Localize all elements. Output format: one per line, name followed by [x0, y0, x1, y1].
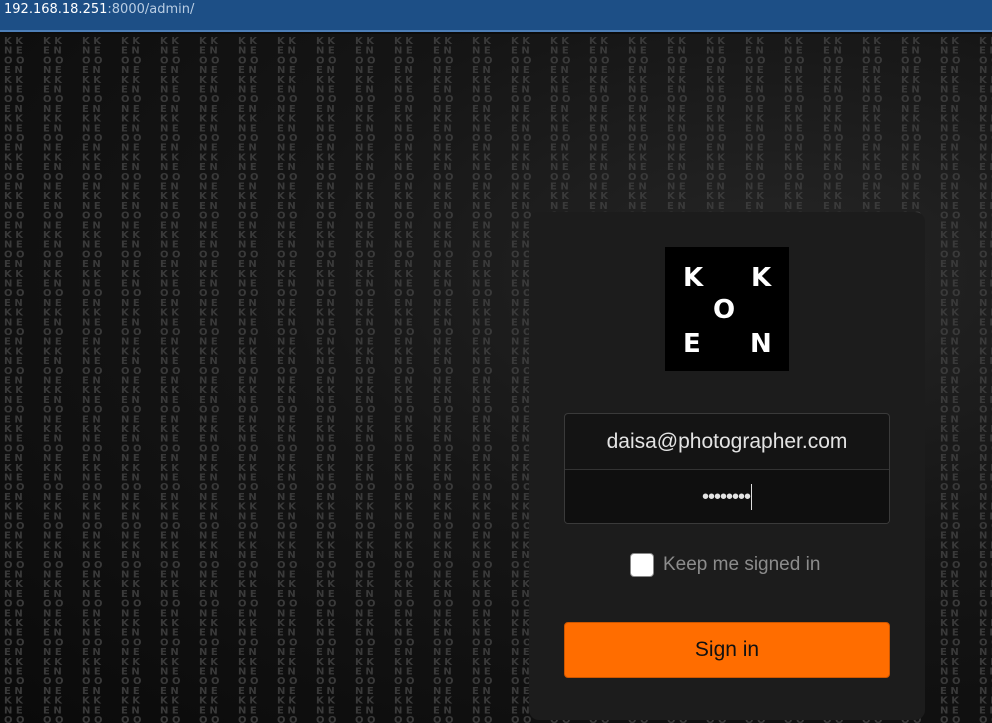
logo-letter-n: N: [750, 329, 772, 359]
logo-letter-k-right: K: [751, 263, 772, 293]
pattern-letter: O O: [979, 715, 992, 723]
text-caret: [751, 484, 752, 510]
pattern-letter: O O: [940, 715, 960, 723]
credentials-group: daisa@photographer.com ••••••••: [564, 413, 890, 524]
pattern-letter: O O: [433, 715, 453, 723]
login-panel: K K O E N daisa@photographer.com •••••••…: [529, 212, 925, 720]
address-bar[interactable]: 192.168.18.251:8000/admin/: [0, 0, 992, 32]
pattern-letter: O O: [472, 715, 492, 723]
pattern-letter: O O: [394, 715, 414, 723]
pattern-letter: O O: [238, 715, 258, 723]
sign-in-button[interactable]: Sign in: [564, 622, 890, 678]
pattern-letter: O O: [511, 715, 531, 723]
koken-logo: K K O E N: [665, 247, 789, 371]
pattern-letter: O O: [199, 715, 219, 723]
email-value: daisa@photographer.com: [606, 429, 848, 453]
password-value: ••••••••: [701, 485, 751, 508]
pattern-letter: O O: [316, 715, 336, 723]
logo-letter-e: E: [683, 329, 701, 359]
logo-letter-k-left: K: [683, 263, 704, 293]
url-host: 192.168.18.251: [4, 2, 108, 17]
pattern-letter: O O: [43, 715, 63, 723]
password-field[interactable]: ••••••••: [565, 469, 889, 523]
email-field[interactable]: daisa@photographer.com: [565, 414, 889, 469]
pattern-letter: O O: [121, 715, 141, 723]
url-path: :8000/admin/: [107, 2, 195, 17]
keep-signed-in-checkbox[interactable]: [630, 553, 654, 577]
pattern-letter: O O: [277, 715, 297, 723]
pattern-letter: O O: [160, 715, 180, 723]
keep-signed-in-label[interactable]: Keep me signed in: [663, 554, 820, 576]
pattern-letter: O O: [4, 715, 24, 723]
pattern-letter: O O: [355, 715, 375, 723]
pattern-letter: O O: [82, 715, 102, 723]
logo-letter-o: O: [713, 295, 736, 325]
keep-signed-in-row[interactable]: Keep me signed in: [630, 553, 820, 577]
